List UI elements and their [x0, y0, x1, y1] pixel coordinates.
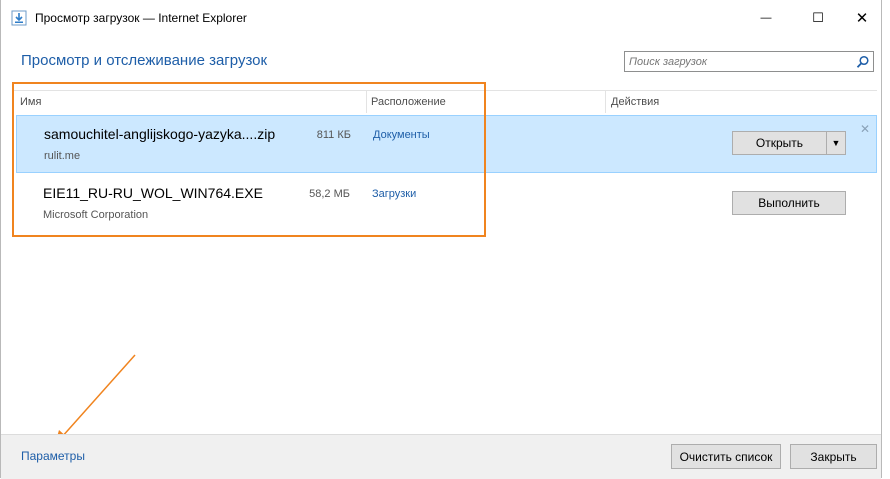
open-split-button: Открыть ▼: [732, 131, 846, 155]
window-title: Просмотр загрузок — Internet Explorer: [35, 11, 247, 25]
settings-link[interactable]: Параметры: [21, 449, 85, 463]
search-input[interactable]: [629, 54, 849, 69]
file-size: 811 КБ: [316, 129, 351, 141]
column-header-name[interactable]: Имя: [20, 91, 41, 113]
background-window: [882, 0, 890, 478]
close-window-button[interactable]: ✕: [839, 0, 885, 36]
close-icon: ✕: [855, 10, 869, 27]
clear-list-button[interactable]: Очистить список: [671, 444, 781, 469]
file-name: EIE11_RU-RU_WOL_WIN764.EXE: [43, 185, 263, 201]
run-button[interactable]: Выполнить: [732, 191, 846, 215]
title-bar: Просмотр загрузок — Internet Explorer — …: [1, 0, 881, 36]
page-title: Просмотр и отслеживание загрузок: [21, 52, 268, 69]
dismiss-icon[interactable]: ✕: [860, 122, 870, 136]
minimize-icon: —: [760, 12, 772, 24]
maximize-icon: ☐: [812, 10, 824, 25]
column-header-location[interactable]: Расположение: [371, 91, 446, 113]
search-box[interactable]: [624, 51, 874, 72]
open-button[interactable]: Открыть: [732, 131, 827, 155]
close-button[interactable]: Закрыть: [790, 444, 877, 469]
file-source: rulit.me: [44, 150, 81, 162]
file-location-link[interactable]: Документы: [373, 129, 430, 141]
column-divider[interactable]: [605, 91, 606, 113]
file-name: samouchitel-anglijskogo-yazyka....zip: [44, 126, 276, 142]
file-location-link[interactable]: Загрузки: [372, 188, 416, 200]
minimize-button[interactable]: —: [743, 0, 789, 36]
maximize-button[interactable]: ☐: [795, 0, 841, 36]
downloads-window: Просмотр загрузок — Internet Explorer — …: [0, 0, 882, 479]
file-source: Microsoft Corporation: [43, 209, 149, 221]
file-size: 58,2 МБ: [309, 188, 350, 200]
column-header-actions: Действия: [611, 96, 660, 108]
chevron-down-icon[interactable]: ▼: [826, 131, 846, 155]
download-icon: [11, 10, 27, 26]
annotation-arrow-icon: [55, 354, 136, 444]
column-divider[interactable]: [366, 91, 367, 113]
search-icon[interactable]: [856, 55, 870, 69]
footer-bar: Параметры Очистить список Закрыть: [1, 434, 881, 479]
